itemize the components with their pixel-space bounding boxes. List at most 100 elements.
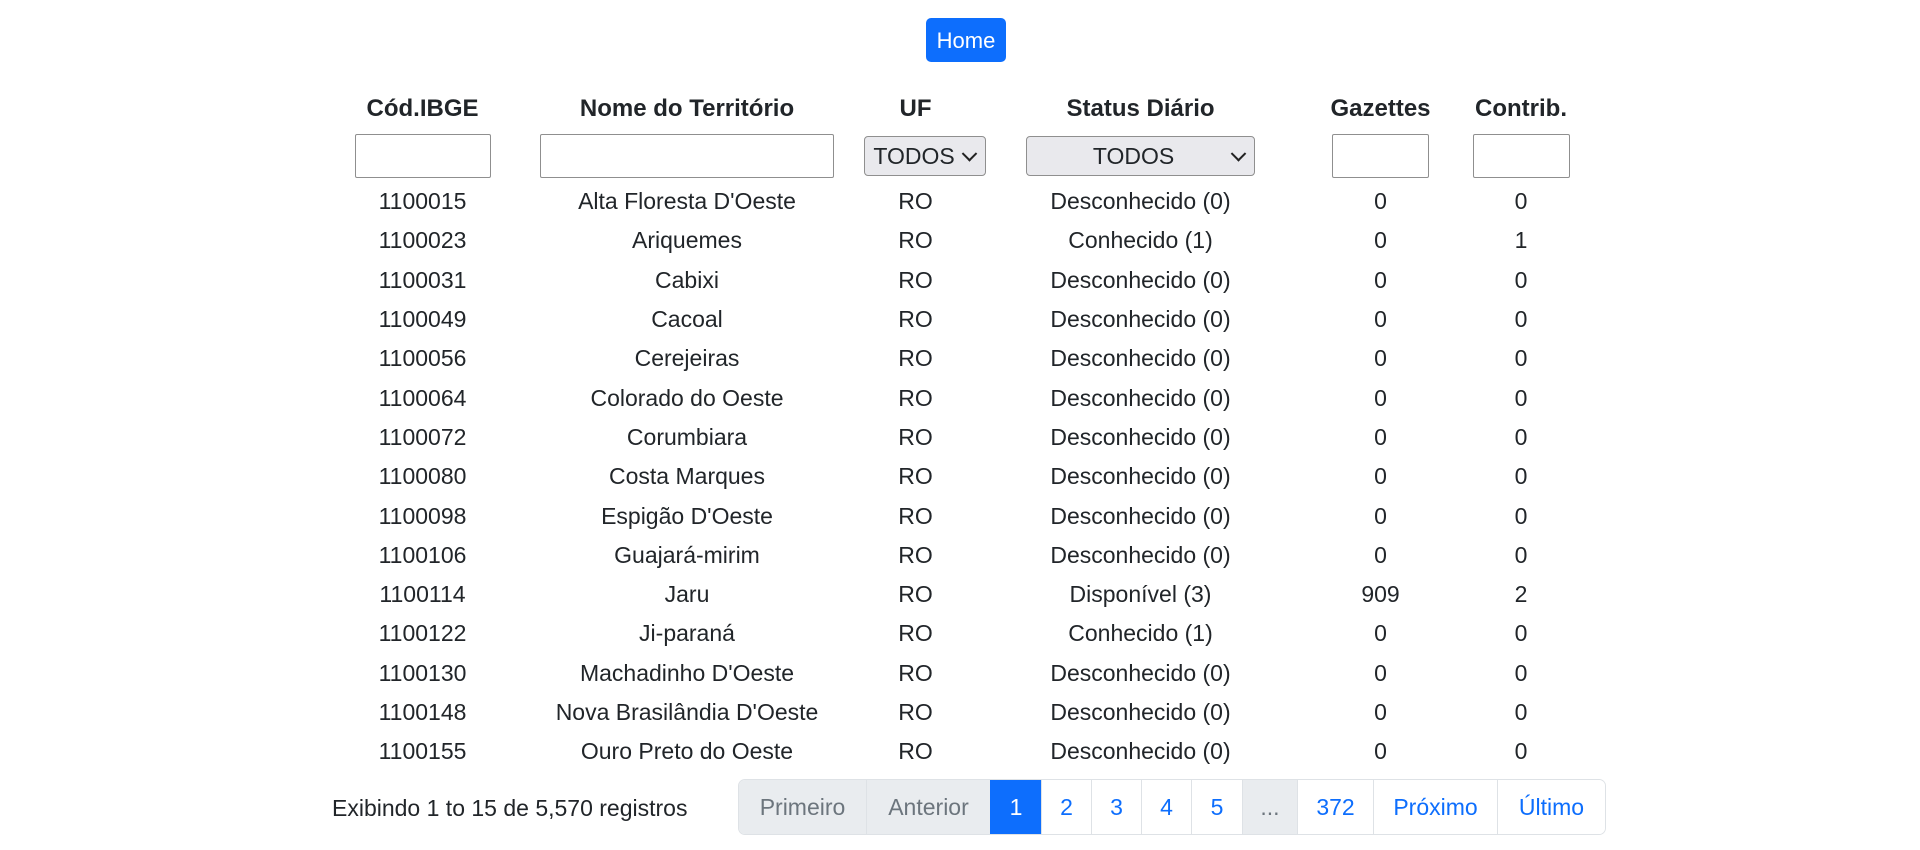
status-filter-select[interactable]: TODOS — [1026, 136, 1255, 176]
cell-contrib: 0 — [1514, 306, 1528, 333]
nome-filter-input[interactable] — [540, 134, 834, 178]
page-4[interactable]: 4 — [1141, 780, 1191, 834]
cell-uf: RO — [898, 188, 933, 215]
cell-contrib: 0 — [1514, 738, 1528, 765]
cell-status: Desconhecido (0) — [1050, 541, 1231, 568]
cell-contrib: 0 — [1514, 188, 1528, 215]
page-ellipsis: ... — [1242, 780, 1297, 834]
cell-uf: RO — [898, 306, 933, 333]
table-row: 1100106 Guajará-mirim RO Desconhecido (0… — [335, 536, 1595, 575]
cell-uf: RO — [898, 227, 933, 254]
table-header-row: Cód.IBGE Nome do Território UF Status Di… — [335, 88, 1595, 130]
cell-status: Desconhecido (0) — [1050, 306, 1231, 333]
cell-status: Disponível (3) — [1069, 581, 1212, 608]
cell-ibge: 1100098 — [378, 502, 467, 529]
table-row: 1100064 Colorado do Oeste RO Desconhecid… — [335, 378, 1595, 417]
cell-ibge: 1100148 — [378, 699, 467, 725]
cell-gazettes: 0 — [1374, 620, 1387, 647]
cell-nome: Colorado do Oeste — [590, 384, 784, 411]
page-1[interactable]: 1 — [990, 780, 1041, 834]
cell-nome: Espigão D'Oeste — [601, 502, 773, 529]
cell-uf: RO — [898, 384, 933, 411]
cell-gazettes: 0 — [1374, 502, 1387, 529]
table-row: 1100130 Machadinho D'Oeste RO Desconheci… — [335, 654, 1595, 693]
cell-contrib: 0 — [1514, 502, 1528, 529]
pagination: Primeiro Anterior 1 2 3 4 5 ... 372 Próx… — [738, 779, 1606, 835]
gazettes-filter-input[interactable] — [1332, 134, 1429, 178]
cell-contrib: 0 — [1514, 266, 1528, 293]
cell-nome: Costa Marques — [609, 463, 765, 490]
cell-ibge: 1100122 — [378, 620, 467, 647]
cell-gazettes: 0 — [1374, 227, 1387, 254]
filter-row: TODOS TODOS — [335, 130, 1595, 182]
cell-gazettes: 0 — [1374, 541, 1387, 568]
cell-status: Desconhecido (0) — [1050, 699, 1231, 725]
chevron-down-icon — [1230, 146, 1247, 162]
cell-ibge: 1100049 — [378, 306, 467, 333]
cell-nome: Machadinho D'Oeste — [579, 659, 795, 686]
cell-uf: RO — [898, 463, 933, 490]
cell-gazettes: 0 — [1374, 188, 1387, 215]
cell-uf: RO — [898, 699, 933, 725]
cell-status: Desconhecido (0) — [1050, 659, 1231, 686]
page-first[interactable]: Primeiro — [739, 780, 866, 834]
cell-status: Desconhecido (0) — [1050, 502, 1231, 529]
cell-contrib: 2 — [1514, 581, 1528, 608]
cell-ibge: 1100023 — [378, 227, 467, 254]
cell-status: Desconhecido (0) — [1050, 423, 1231, 450]
cell-ibge: 1100106 — [378, 541, 467, 568]
cell-gazettes: 0 — [1374, 266, 1387, 293]
cell-gazettes: 0 — [1374, 699, 1387, 725]
uf-filter-select[interactable]: TODOS — [864, 136, 986, 176]
cell-status: Desconhecido (0) — [1050, 738, 1231, 765]
cell-status: Desconhecido (0) — [1050, 188, 1231, 215]
table-row: 1100072 Corumbiara RO Desconhecido (0) 0… — [335, 418, 1595, 457]
page-previous[interactable]: Anterior — [866, 780, 990, 834]
cell-gazettes: 0 — [1374, 384, 1387, 411]
chevron-down-icon — [961, 146, 978, 162]
page-5[interactable]: 5 — [1191, 780, 1242, 834]
cell-gazettes: 0 — [1374, 345, 1387, 372]
home-button[interactable]: Home — [926, 18, 1006, 62]
cell-contrib: 0 — [1514, 463, 1528, 490]
cell-uf: RO — [898, 502, 933, 529]
page-last[interactable]: Último — [1497, 780, 1605, 834]
cell-gazettes: 0 — [1374, 738, 1387, 765]
cell-gazettes: 909 — [1361, 581, 1400, 608]
table-row: 1100155 Ouro Preto do Oeste RO Desconhec… — [335, 732, 1595, 771]
cell-nome: Ji-paraná — [639, 620, 735, 647]
header-contrib: Contrib. — [1475, 95, 1567, 122]
page-372[interactable]: 372 — [1297, 780, 1373, 834]
cell-uf: RO — [898, 738, 933, 765]
cell-gazettes: 0 — [1374, 659, 1387, 686]
cell-contrib: 0 — [1514, 620, 1528, 647]
page-3[interactable]: 3 — [1091, 780, 1141, 834]
cell-ibge: 1100072 — [378, 423, 467, 450]
ibge-filter-input[interactable] — [354, 134, 491, 178]
header-status: Status Diário — [1066, 95, 1215, 122]
cell-uf: RO — [898, 266, 933, 293]
header-nome: Nome do Território — [579, 95, 795, 122]
page-next[interactable]: Próximo — [1373, 780, 1497, 834]
cell-status: Desconhecido (0) — [1050, 345, 1231, 372]
table-row: 1100148 Nova Brasilândia D'Oeste RO Desc… — [335, 693, 1595, 732]
cell-contrib: 0 — [1514, 345, 1528, 372]
cell-nome: Alta Floresta D'Oeste — [578, 188, 796, 215]
table-row: 1100031 Cabixi RO Desconhecido (0) 0 0 — [335, 261, 1595, 300]
cell-ibge: 1100130 — [378, 659, 467, 686]
table-row: 1100114 Jaru RO Disponível (3) 909 2 — [335, 575, 1595, 614]
status-filter-value: TODOS — [1092, 142, 1175, 169]
cell-status: Desconhecido (0) — [1050, 384, 1231, 411]
cell-gazettes: 0 — [1374, 306, 1387, 333]
cell-nome: Cabixi — [655, 266, 719, 293]
cell-uf: RO — [898, 620, 933, 647]
table-row: 1100049 Cacoal RO Desconhecido (0) 0 0 — [335, 300, 1595, 339]
contrib-filter-input[interactable] — [1472, 134, 1570, 178]
cell-uf: RO — [898, 345, 933, 372]
page-2[interactable]: 2 — [1041, 780, 1091, 834]
uf-filter-value: TODOS — [873, 142, 955, 169]
cell-status: Desconhecido (0) — [1050, 266, 1231, 293]
cell-contrib: 0 — [1514, 659, 1528, 686]
territories-table: Cód.IBGE Nome do Território UF Status Di… — [335, 88, 1595, 771]
cell-status: Conhecido (1) — [1068, 227, 1213, 254]
